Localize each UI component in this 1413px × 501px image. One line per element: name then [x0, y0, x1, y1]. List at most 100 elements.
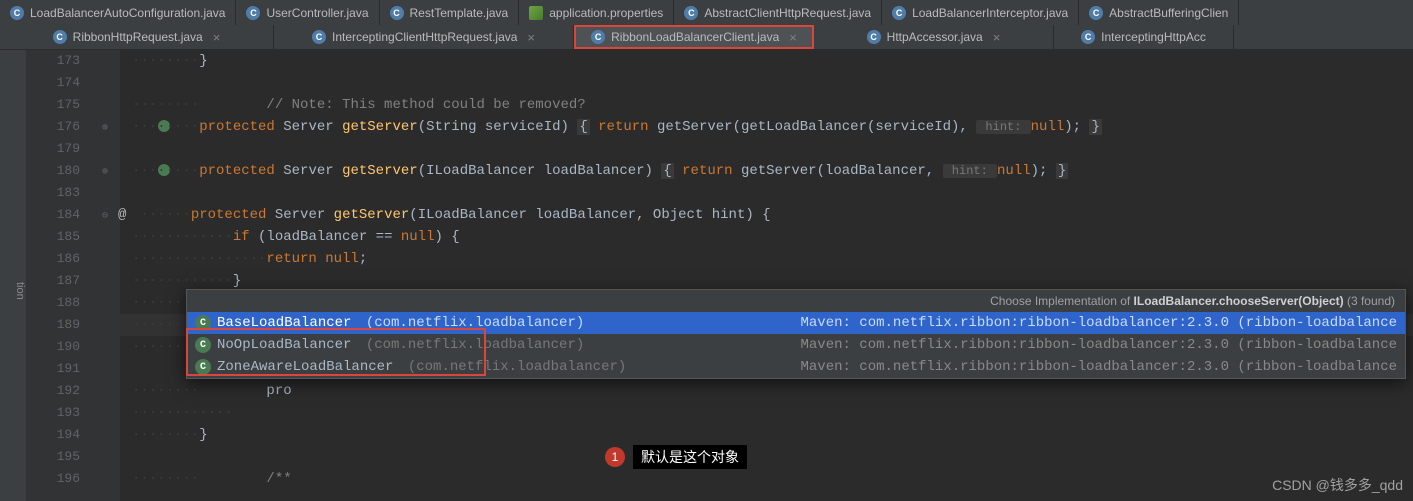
- tool-window-strip[interactable]: tion: [0, 50, 26, 501]
- code-line: ········protected Server getServer(ILoad…: [120, 160, 1413, 182]
- code-line: ········ // Note: This method could be r…: [120, 94, 1413, 116]
- line-number: 195: [26, 446, 80, 468]
- fold-open-icon[interactable]: ⊖: [102, 210, 108, 222]
- class-icon: C: [195, 359, 211, 375]
- tab-label: RibbonHttpRequest.java: [73, 30, 203, 44]
- java-class-icon: [53, 30, 67, 44]
- line-number: 174: [26, 72, 80, 94]
- tab-label: RestTemplate.java: [410, 6, 509, 20]
- tab-httpaccessor[interactable]: HttpAccessor.java ×: [814, 25, 1054, 49]
- java-class-icon: [684, 6, 698, 20]
- impl-name: BaseLoadBalancer: [217, 315, 351, 331]
- annotation-icon: @: [118, 207, 126, 223]
- code-line: ········ /**: [120, 468, 1413, 490]
- popup-header: Choose Implementation of ILoadBalancer.c…: [187, 290, 1405, 312]
- class-icon: C: [195, 337, 211, 353]
- impl-package: (com.netflix.loadbalancer): [399, 359, 626, 375]
- line-number: 190: [26, 336, 80, 358]
- impl-name: ZoneAwareLoadBalancer: [217, 359, 393, 375]
- line-number: 175: [26, 94, 80, 116]
- close-icon[interactable]: ×: [527, 30, 535, 45]
- line-number: 179: [26, 138, 80, 160]
- line-number: 184: [26, 204, 80, 226]
- impl-package: (com.netflix.loadbalancer): [357, 337, 584, 353]
- line-number: 193: [26, 402, 80, 424]
- code-line: [120, 72, 1413, 94]
- impl-location: Maven: com.netflix.ribbon:ribbon-loadbal…: [801, 359, 1398, 375]
- tab-abstractbufferingclient[interactable]: AbstractBufferingClien: [1079, 0, 1239, 25]
- tab-application-properties[interactable]: application.properties: [519, 0, 674, 25]
- tab-label: AbstractBufferingClien: [1109, 6, 1228, 20]
- choose-implementation-popup[interactable]: Choose Implementation of ILoadBalancer.c…: [186, 289, 1406, 379]
- line-number: 185: [26, 226, 80, 248]
- code-line: ············: [120, 402, 1413, 424]
- tab-interceptingclienthttprequest[interactable]: InterceptingClientHttpRequest.java ×: [274, 25, 574, 49]
- line-number: 186: [26, 248, 80, 270]
- tab-interceptinghttpacc[interactable]: InterceptingHttpAcc: [1054, 25, 1234, 49]
- fold-collapsed-icon[interactable]: ⊕: [102, 166, 108, 178]
- tab-abstractclienthttprequest[interactable]: AbstractClientHttpRequest.java: [674, 0, 882, 25]
- tab-loadbalancerinterceptor[interactable]: LoadBalancerInterceptor.java: [882, 0, 1079, 25]
- line-number: 176: [26, 116, 80, 138]
- impl-name: NoOpLoadBalancer: [217, 337, 351, 353]
- code-editor[interactable]: 173 174 175 176 179 180 183 184 185 186 …: [26, 50, 1413, 501]
- tab-label: LoadBalancerInterceptor.java: [912, 6, 1068, 20]
- fold-gutter[interactable]: ⊕ ⊕ ⊖: [100, 50, 120, 501]
- line-number-gutter[interactable]: 173 174 175 176 179 180 183 184 185 186 …: [26, 50, 100, 501]
- tool-label: tion: [14, 282, 26, 300]
- line-number: 173: [26, 50, 80, 72]
- java-class-icon: [892, 6, 906, 20]
- java-class-icon: [10, 6, 24, 20]
- tab-loadbalancerautoconfiguration[interactable]: LoadBalancerAutoConfiguration.java: [0, 0, 236, 25]
- code-line: ········protected Server getServer(Strin…: [120, 116, 1413, 138]
- tab-resttemplate[interactable]: RestTemplate.java: [380, 0, 520, 25]
- annotation-text: 默认是这个对象: [633, 445, 747, 469]
- close-icon[interactable]: ×: [993, 30, 1001, 45]
- tab-ribbonhttprequest[interactable]: RibbonHttpRequest.java ×: [0, 25, 274, 49]
- line-number: 194: [26, 424, 80, 446]
- tab-label: UserController.java: [266, 6, 368, 20]
- line-number: 183: [26, 182, 80, 204]
- code-area[interactable]: ········ }} ········ // Note: This metho…: [120, 50, 1413, 501]
- editor-tabs-row-2: RibbonHttpRequest.java × InterceptingClie…: [0, 25, 1413, 50]
- properties-icon: [529, 6, 543, 20]
- tab-label: RibbonLoadBalancerClient.java: [611, 30, 779, 44]
- line-number: 189: [26, 314, 80, 336]
- line-number: 191: [26, 358, 80, 380]
- close-icon[interactable]: ×: [213, 30, 221, 45]
- annotation-number-badge: 1: [605, 447, 625, 467]
- tab-label: LoadBalancerAutoConfiguration.java: [30, 6, 225, 20]
- java-class-icon: [1089, 6, 1103, 20]
- line-number: 187: [26, 270, 80, 292]
- code-line: ········ }}: [120, 50, 1413, 72]
- java-class-icon: [312, 30, 326, 44]
- watermark: CSDN @钱多多_qdd: [1272, 475, 1403, 495]
- tab-label: InterceptingClientHttpRequest.java: [332, 30, 517, 44]
- java-class-icon: [1081, 30, 1095, 44]
- impl-location: Maven: com.netflix.ribbon:ribbon-loadbal…: [801, 337, 1398, 353]
- line-number: 188: [26, 292, 80, 314]
- code-line: [120, 138, 1413, 160]
- code-line: ········ pro: [120, 380, 1413, 402]
- tab-label: AbstractClientHttpRequest.java: [704, 6, 871, 20]
- code-line: ········}: [120, 424, 1413, 446]
- code-line: ············if (loadBalancer == null) {: [120, 226, 1413, 248]
- impl-package: (com.netflix.loadbalancer): [357, 315, 584, 331]
- tab-label: InterceptingHttpAcc: [1101, 30, 1206, 44]
- editor-tabs-row-1: LoadBalancerAutoConfiguration.java UserC…: [0, 0, 1413, 25]
- fold-collapsed-icon[interactable]: ⊕: [102, 122, 108, 134]
- annotation-callout: 1 默认是这个对象: [605, 445, 747, 469]
- code-line: @······protected Server getServer(ILoadB…: [120, 204, 1413, 226]
- java-class-icon: [591, 30, 605, 44]
- java-class-icon: [246, 6, 260, 20]
- code-line: [120, 182, 1413, 204]
- tab-label: HttpAccessor.java: [887, 30, 983, 44]
- code-line: [120, 446, 1413, 468]
- tab-usercontroller[interactable]: UserController.java: [236, 0, 379, 25]
- impl-row-baseloadbalancer[interactable]: C BaseLoadBalancer (com.netflix.loadbala…: [187, 312, 1405, 334]
- impl-row-nooploadbalancer[interactable]: C NoOpLoadBalancer (com.netflix.loadbala…: [187, 334, 1405, 356]
- impl-row-zoneawareloadbalancer[interactable]: C ZoneAwareLoadBalancer (com.netflix.loa…: [187, 356, 1405, 378]
- line-number: 180: [26, 160, 80, 182]
- tab-ribbonloadbalancerclient[interactable]: RibbonLoadBalancerClient.java ×: [574, 25, 814, 49]
- close-icon[interactable]: ×: [789, 30, 797, 45]
